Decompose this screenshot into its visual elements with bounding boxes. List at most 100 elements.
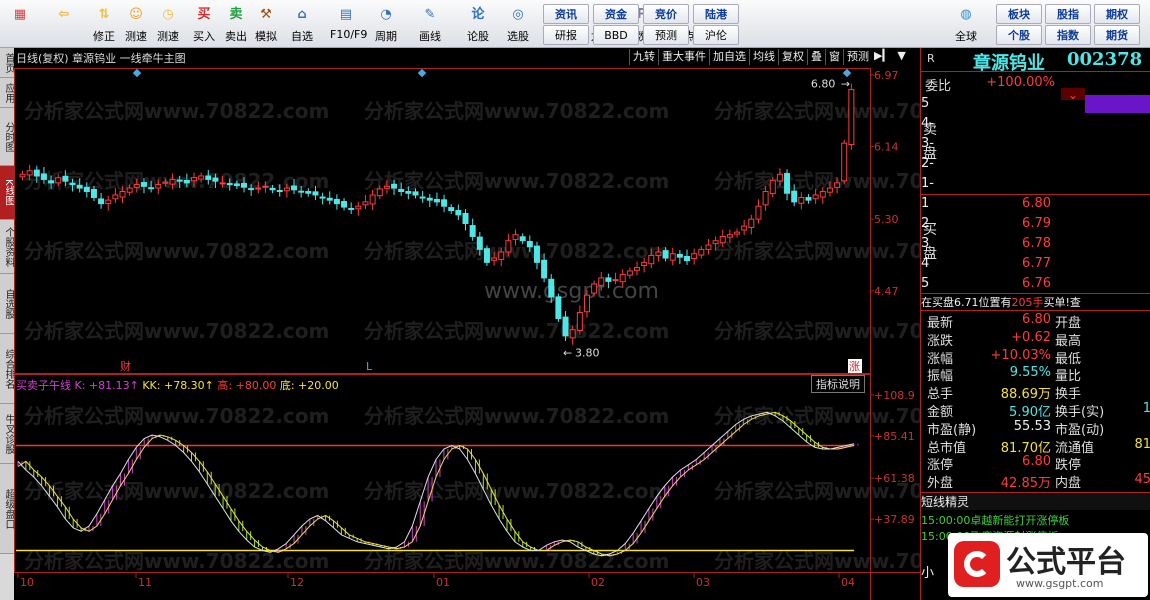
toolbar-button-11[interactable]: ✎ 画线 [414, 2, 446, 46]
chart-tab-2[interactable]: 加自选 [709, 49, 749, 65]
candle-body [369, 194, 376, 205]
toolbar-button-1[interactable]: ⇦ [48, 2, 80, 46]
candle-body [133, 184, 140, 188]
quote-row: 2 6.79 [921, 216, 1150, 234]
stat-label-2: 量比 [1055, 369, 1082, 385]
toolbar-button-12[interactable]: 论论股 [462, 2, 494, 46]
event-diamond-icon [132, 68, 142, 78]
candle-body [176, 179, 183, 182]
pencil-icon: ✎ [424, 7, 436, 22]
toolbar-button-4[interactable]: ◷ 测速 [152, 2, 184, 46]
price-tick-label: 6.97 [874, 69, 899, 82]
kline-chart-area[interactable]: 6.97 6.14 5.30 4.47 分析家公式网www.70822.com 分析家公式… [14, 48, 920, 600]
candle-body [641, 261, 648, 266]
toolbar-button-3[interactable]: ☺ 测速 [120, 2, 152, 46]
toolbar-button-label: 周期 [375, 30, 397, 43]
candle-body [512, 234, 519, 240]
chart-tab-6[interactable]: 窗 [825, 49, 843, 65]
left-tab-1[interactable]: 应用 [0, 78, 14, 108]
logo-url: www.gsgpt.com [1016, 577, 1104, 590]
left-tab-6[interactable]: 综合排名 [0, 334, 14, 404]
toolbar-link-4[interactable]: 竞价 [643, 4, 689, 24]
candle-body [734, 231, 741, 235]
chart-tab-4[interactable]: 复权 [778, 49, 807, 65]
toolbar-link-8[interactable]: 板块 [996, 4, 1042, 24]
watermark-text: 分析家公式网www.70822.com [714, 99, 920, 123]
stat-label-2: 换手(实) [1055, 405, 1105, 420]
high-price-label: 6.80 [811, 78, 836, 91]
chart-tab-3[interactable]: 均线 [749, 49, 778, 65]
left-tab-5[interactable]: 自选股 [0, 274, 14, 334]
left-tab-7[interactable]: 牛叉诊股 [0, 404, 14, 464]
logo-g-icon [954, 541, 1000, 587]
left-tab-8[interactable]: 超级盘口 [0, 464, 14, 554]
toolbar-button-0[interactable]: ▦ [4, 2, 36, 46]
indicator-title: 买卖子午线 K: +81.13↑ KK: +78.30↑ 高: +80.00 底… [16, 377, 339, 393]
toolbar-button-19[interactable]: ◍ 全球 [950, 2, 982, 46]
toolbar-link-11[interactable]: 指数 [1045, 25, 1091, 45]
sell-level-price: - [929, 116, 934, 131]
chevron-down-icon[interactable]: ▼ [897, 49, 905, 62]
toolbar-link-3[interactable]: BBD [593, 25, 639, 45]
toolbar-link-13[interactable]: 期货 [1094, 25, 1140, 45]
toolbar-link-1[interactable]: 研报 [543, 25, 589, 45]
stat-value: 6.80 [1022, 312, 1051, 327]
toolbar-button-7[interactable]: ⚒ 模拟 [250, 2, 282, 46]
quote-row: 3- [921, 136, 1150, 154]
stat-label: 外盘 [927, 476, 954, 492]
candle-body [126, 187, 133, 193]
stat-label-2: 市盈(动) [1055, 422, 1105, 438]
indicator-low: 底: +20.00 [279, 379, 339, 392]
buy-level-price: 6.79 [1022, 216, 1051, 231]
candle-body [140, 182, 147, 187]
chart-nav-controls[interactable]: ▶▎ ▼ [874, 49, 916, 65]
watermark-text: 分析家公式网www.70822.com [364, 319, 669, 343]
quote-row: 5 6.76 [921, 276, 1150, 294]
toolbar-button-10[interactable]: ◔ 周期 [370, 2, 402, 46]
toolbar-button-label: 全球 [955, 30, 977, 43]
quote-row: 最新 6.80 开盘 [921, 312, 1150, 331]
stat-label: 总手 [927, 387, 954, 403]
left-tab-3[interactable]: K线图 [0, 166, 14, 220]
candle-body [448, 207, 455, 212]
candle-body [769, 179, 776, 195]
toolbar-button-13[interactable]: ◎ 选股 [502, 2, 534, 46]
indicator-tick-label: +61.38 [874, 472, 915, 485]
clock-icon: ◷ [162, 7, 174, 22]
candle-body [519, 236, 526, 242]
high-price-arrow: → [841, 78, 850, 91]
chart-tab-7[interactable]: 预测 [843, 49, 872, 65]
chart-tab-0[interactable]: 九转 [629, 49, 658, 65]
toolbar-link-10[interactable]: 股指 [1045, 4, 1091, 24]
toolbar-link-12[interactable]: 期权 [1094, 4, 1140, 24]
query-button[interactable]: 查 [1070, 296, 1081, 309]
toolbar-button-9[interactable]: ▤ F10/F9 [330, 2, 367, 46]
toolbar-link-6[interactable]: 陆港 [693, 4, 739, 24]
candle-body [755, 205, 762, 220]
left-tab-0[interactable]: 首页 [0, 48, 14, 78]
toolbar-button-8[interactable]: ⌂ 自选 [286, 2, 318, 46]
toolbar-button-5[interactable]: 买买入 [188, 2, 220, 46]
candle-body [212, 177, 219, 182]
chart-tab-5[interactable]: 叠 [807, 49, 825, 65]
left-tab-2[interactable]: 分时图 [0, 108, 14, 166]
toolbar-link-0[interactable]: 资讯 [543, 4, 589, 24]
candle-body [26, 170, 33, 176]
hammer-icon: ⚒ [260, 7, 272, 22]
quote-row: 总手 88.69万 换手 [921, 383, 1150, 403]
chart-canvas[interactable]: 6.97 6.14 5.30 4.47 分析家公式网www.70822.com 分析家公式… [14, 48, 920, 600]
sell-level-num: 5 [921, 96, 930, 111]
left-tab-4[interactable]: 个股资料 [0, 220, 14, 274]
indicator-desc-button[interactable]: 指标说明 [811, 375, 865, 393]
candle-body [462, 212, 469, 224]
toolbar-button-2[interactable]: ⇅ 修正 [88, 2, 120, 46]
candle-body [426, 197, 433, 201]
toolbar-link-7[interactable]: 沪伦 [693, 25, 739, 45]
toolbar-link-5[interactable]: 预测 [643, 25, 689, 45]
toolbar-button-6[interactable]: 卖卖出 [220, 2, 252, 46]
toolbar-link-9[interactable]: 个股 [996, 25, 1042, 45]
queue-button[interactable]: 买单! [1044, 296, 1070, 309]
chart-tab-1[interactable]: 重大事件 [658, 49, 709, 65]
toolbar-link-2[interactable]: 资金 [593, 4, 639, 24]
arrow-right-icon[interactable]: ▶▎ [874, 49, 891, 62]
